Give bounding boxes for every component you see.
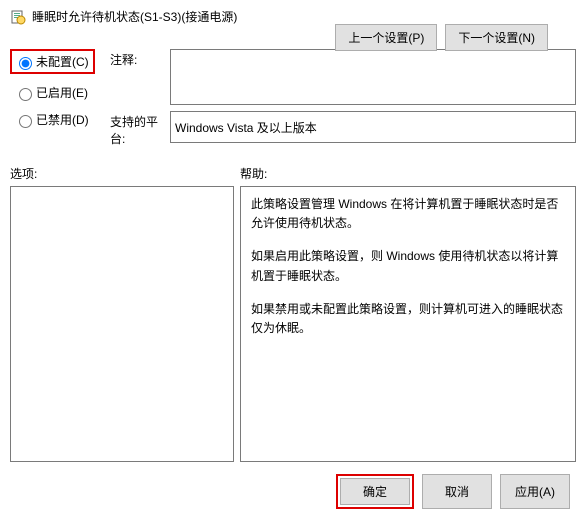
radio-enabled[interactable]: 已启用(E) bbox=[14, 84, 110, 101]
prev-setting-button[interactable]: 上一个设置(P) bbox=[335, 24, 437, 51]
radio-disabled[interactable]: 已禁用(D) bbox=[14, 111, 110, 128]
dialog-title: 睡眠时允许待机状态(S1-S3)(接通电源) bbox=[32, 8, 237, 25]
help-label: 帮助: bbox=[240, 165, 267, 182]
next-setting-button[interactable]: 下一个设置(N) bbox=[445, 24, 548, 51]
config-radio-group: 未配置(C) 已启用(E) 已禁用(D) bbox=[10, 49, 110, 153]
help-text-1: 此策略设置管理 Windows 在将计算机置于睡眠状态时是否允许使用待机状态。 bbox=[251, 195, 565, 233]
comment-input[interactable] bbox=[170, 49, 576, 105]
supported-label: 支持的平台: bbox=[110, 111, 170, 147]
cancel-button[interactable]: 取消 bbox=[422, 474, 492, 509]
policy-icon bbox=[10, 9, 26, 25]
supported-platforms: Windows Vista 及以上版本 bbox=[170, 111, 576, 143]
options-label: 选项: bbox=[10, 165, 240, 182]
apply-button[interactable]: 应用(A) bbox=[500, 474, 570, 509]
radio-not-configured-input[interactable] bbox=[19, 57, 32, 70]
options-panel bbox=[10, 186, 234, 462]
radio-disabled-label: 已禁用(D) bbox=[36, 111, 89, 128]
radio-enabled-input[interactable] bbox=[19, 88, 32, 101]
radio-not-configured-label: 未配置(C) bbox=[36, 53, 89, 70]
radio-disabled-input[interactable] bbox=[19, 115, 32, 128]
comment-label: 注释: bbox=[110, 49, 170, 105]
help-panel: 此策略设置管理 Windows 在将计算机置于睡眠状态时是否允许使用待机状态。 … bbox=[240, 186, 576, 462]
radio-enabled-label: 已启用(E) bbox=[36, 84, 88, 101]
help-text-3: 如果禁用或未配置此策略设置，则计算机可进入的睡眠状态仅为休眠。 bbox=[251, 300, 565, 338]
radio-not-configured[interactable]: 未配置(C) bbox=[14, 49, 110, 74]
ok-button[interactable]: 确定 bbox=[340, 478, 410, 505]
supported-platforms-value: Windows Vista 及以上版本 bbox=[175, 119, 317, 136]
help-text-2: 如果启用此策略设置，则 Windows 使用待机状态以将计算机置于睡眠状态。 bbox=[251, 247, 565, 285]
